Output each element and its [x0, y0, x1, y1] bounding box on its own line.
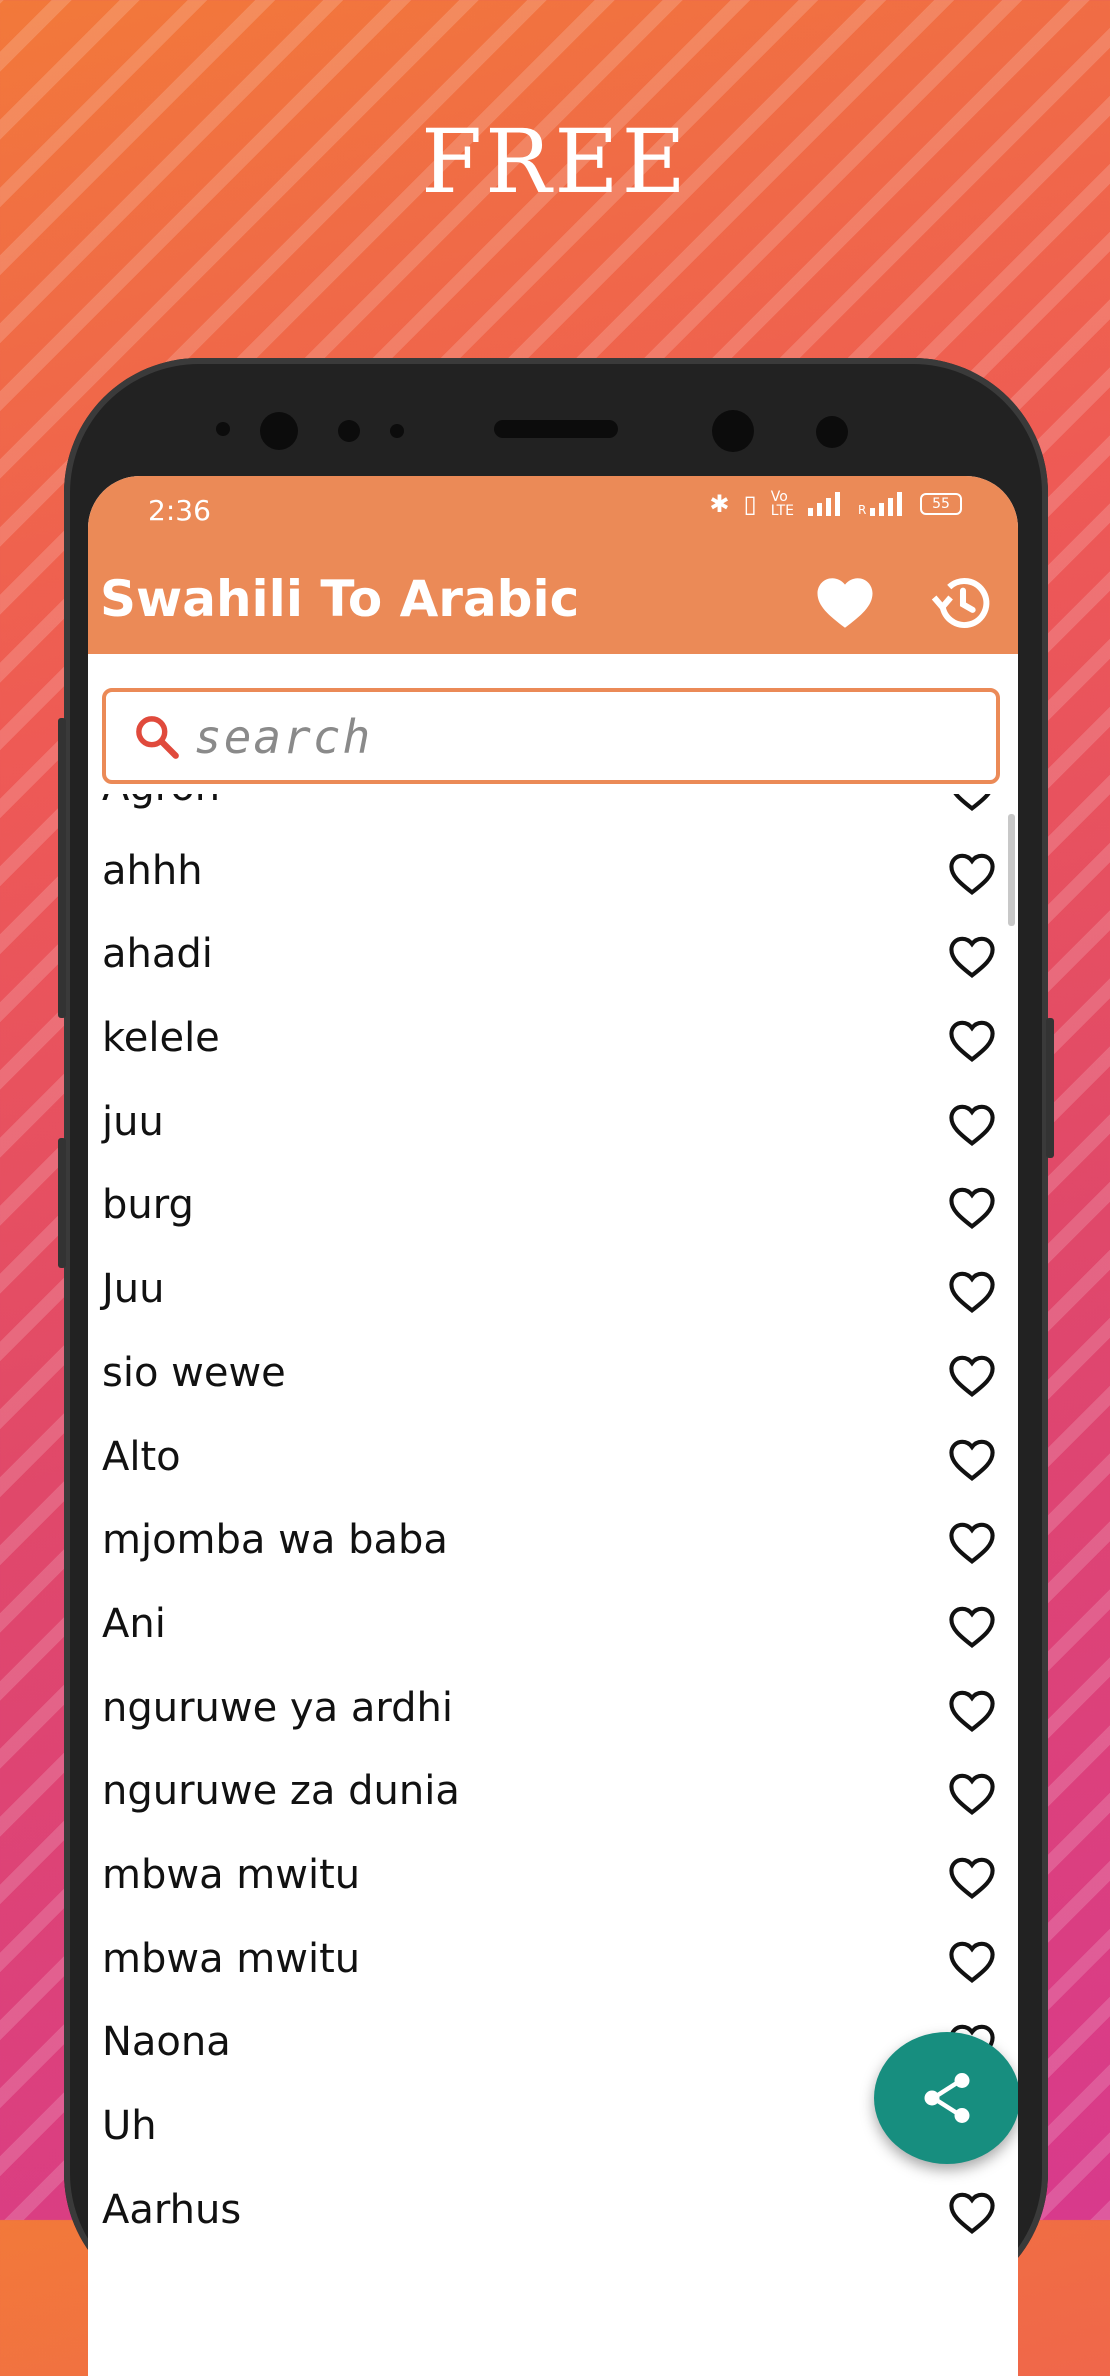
list-item-label: Uh — [102, 2103, 157, 2149]
list-item-label: Ani — [102, 1600, 166, 1647]
heart-outline-icon[interactable] — [944, 1685, 1000, 1737]
front-sensor — [216, 422, 230, 436]
list-item-label: mbwa mwitu — [102, 1851, 361, 1898]
share-icon — [924, 2073, 970, 2123]
favorites-button[interactable] — [812, 570, 878, 636]
phone-side-button — [1046, 1018, 1054, 1158]
list-item-label: Naona — [102, 2019, 231, 2066]
list-item-label: mjomba wa baba — [102, 1517, 448, 1564]
list-item-label: sio wewe — [102, 1349, 286, 1396]
battery-icon: 55 — [920, 493, 962, 515]
heart-outline-icon[interactable] — [944, 2187, 1000, 2239]
heart-outline-icon[interactable] — [944, 1015, 1000, 1067]
list-item-label: Aarhus — [102, 2186, 242, 2233]
signal-icon — [808, 492, 840, 516]
history-icon — [931, 578, 990, 629]
list-item[interactable]: juu — [88, 1083, 1018, 1167]
list-item[interactable]: nguruwe za dunia — [88, 1752, 1018, 1836]
phone-side-button — [58, 718, 66, 1018]
phone-side-button — [58, 1138, 66, 1268]
list-item-label: kelele — [102, 1015, 220, 1062]
list-item[interactable]: mjomba wa baba — [88, 1501, 1018, 1585]
status-icons: ✱ ▯ Vo LTE R 55 — [709, 490, 962, 518]
front-camera — [712, 410, 754, 452]
list-item-label: Alto — [102, 1433, 181, 1480]
heart-outline-icon[interactable] — [944, 1434, 1000, 1486]
history-button[interactable] — [930, 570, 996, 636]
volte-icon: Vo LTE — [770, 489, 794, 519]
word-list-content: Agron ahhh ahadi kelele juu — [88, 794, 1018, 2254]
list-item[interactable]: Agron — [88, 794, 1018, 832]
list-item[interactable]: Juu — [88, 1250, 1018, 1334]
list-item[interactable]: Ani — [88, 1585, 1018, 1669]
list-item[interactable]: kelele — [88, 999, 1018, 1083]
heart-outline-icon[interactable] — [944, 931, 1000, 983]
list-item[interactable]: mbwa mwitu — [88, 1836, 1018, 1920]
list-item[interactable]: ahadi — [88, 915, 1018, 999]
list-item[interactable]: ahhh — [88, 832, 1018, 916]
heart-outline-icon[interactable] — [944, 1936, 1000, 1988]
front-sensor — [338, 420, 360, 442]
heart-outline-icon[interactable] — [944, 1266, 1000, 1318]
list-item-label: ahadi — [102, 931, 213, 978]
heart-filled-icon — [817, 578, 873, 628]
share-button[interactable] — [874, 2032, 1018, 2164]
list-item[interactable]: mbwa mwitu — [88, 1920, 1018, 2004]
list-item-label: Juu — [102, 1266, 165, 1313]
list-item[interactable]: nguruwe ya ardhi — [88, 1669, 1018, 1753]
list-item[interactable]: burg — [88, 1166, 1018, 1250]
front-sensor — [816, 416, 848, 448]
heart-outline-icon[interactable] — [944, 1768, 1000, 1820]
heart-outline-icon[interactable] — [944, 1517, 1000, 1569]
list-item[interactable]: Alto — [88, 1418, 1018, 1502]
list-item-label: nguruwe za dunia — [102, 1768, 460, 1815]
search-icon — [132, 712, 182, 766]
heart-outline-icon[interactable] — [944, 1182, 1000, 1234]
app-bar: Swahili To Arabic — [88, 554, 1018, 654]
search-input[interactable] — [192, 704, 976, 770]
list-item-label: Agron — [102, 794, 220, 810]
heart-outline-icon[interactable] — [944, 1099, 1000, 1151]
heart-outline-icon[interactable] — [944, 1350, 1000, 1402]
list-item[interactable]: sio wewe — [88, 1334, 1018, 1418]
list-scrollbar[interactable] — [1008, 814, 1015, 926]
battery-level: 55 — [932, 496, 950, 512]
signal-roaming-icon: R — [858, 492, 902, 516]
vibrate-icon: ▯ — [743, 490, 757, 518]
front-sensor — [390, 424, 404, 438]
promo-title: FREE — [421, 110, 689, 213]
heart-outline-icon[interactable] — [944, 794, 1000, 816]
status-bar: 2:36 ✱ ▯ Vo LTE R 55 — [88, 476, 1018, 554]
bluetooth-icon: ✱ — [709, 490, 730, 518]
front-camera — [260, 412, 298, 450]
phone-screen: 2:36 ✱ ▯ Vo LTE R 55 Swahili To Arabic s… — [88, 476, 1018, 2376]
phone-frame: 2:36 ✱ ▯ Vo LTE R 55 Swahili To Arabic s… — [58, 358, 1054, 2376]
search-box[interactable] — [102, 688, 1000, 784]
list-item-label: nguruwe ya ardhi — [102, 1684, 453, 1731]
list-item-label: juu — [102, 1098, 164, 1145]
heart-outline-icon[interactable] — [944, 1601, 1000, 1653]
svg-text:R: R — [858, 503, 866, 516]
list-item-label: ahhh — [102, 847, 203, 894]
list-item[interactable]: Aarhus — [88, 2171, 1018, 2255]
earpiece-speaker — [494, 420, 618, 438]
app-title: Swahili To Arabic — [100, 570, 580, 628]
list-item-label: mbwa mwitu — [102, 1935, 361, 1982]
word-list: Agron ahhh ahadi kelele juu — [88, 794, 1018, 2376]
heart-outline-icon[interactable] — [944, 848, 1000, 900]
list-item-label: burg — [102, 1182, 194, 1229]
heart-outline-icon[interactable] — [944, 1852, 1000, 1904]
status-time: 2:36 — [148, 494, 211, 527]
